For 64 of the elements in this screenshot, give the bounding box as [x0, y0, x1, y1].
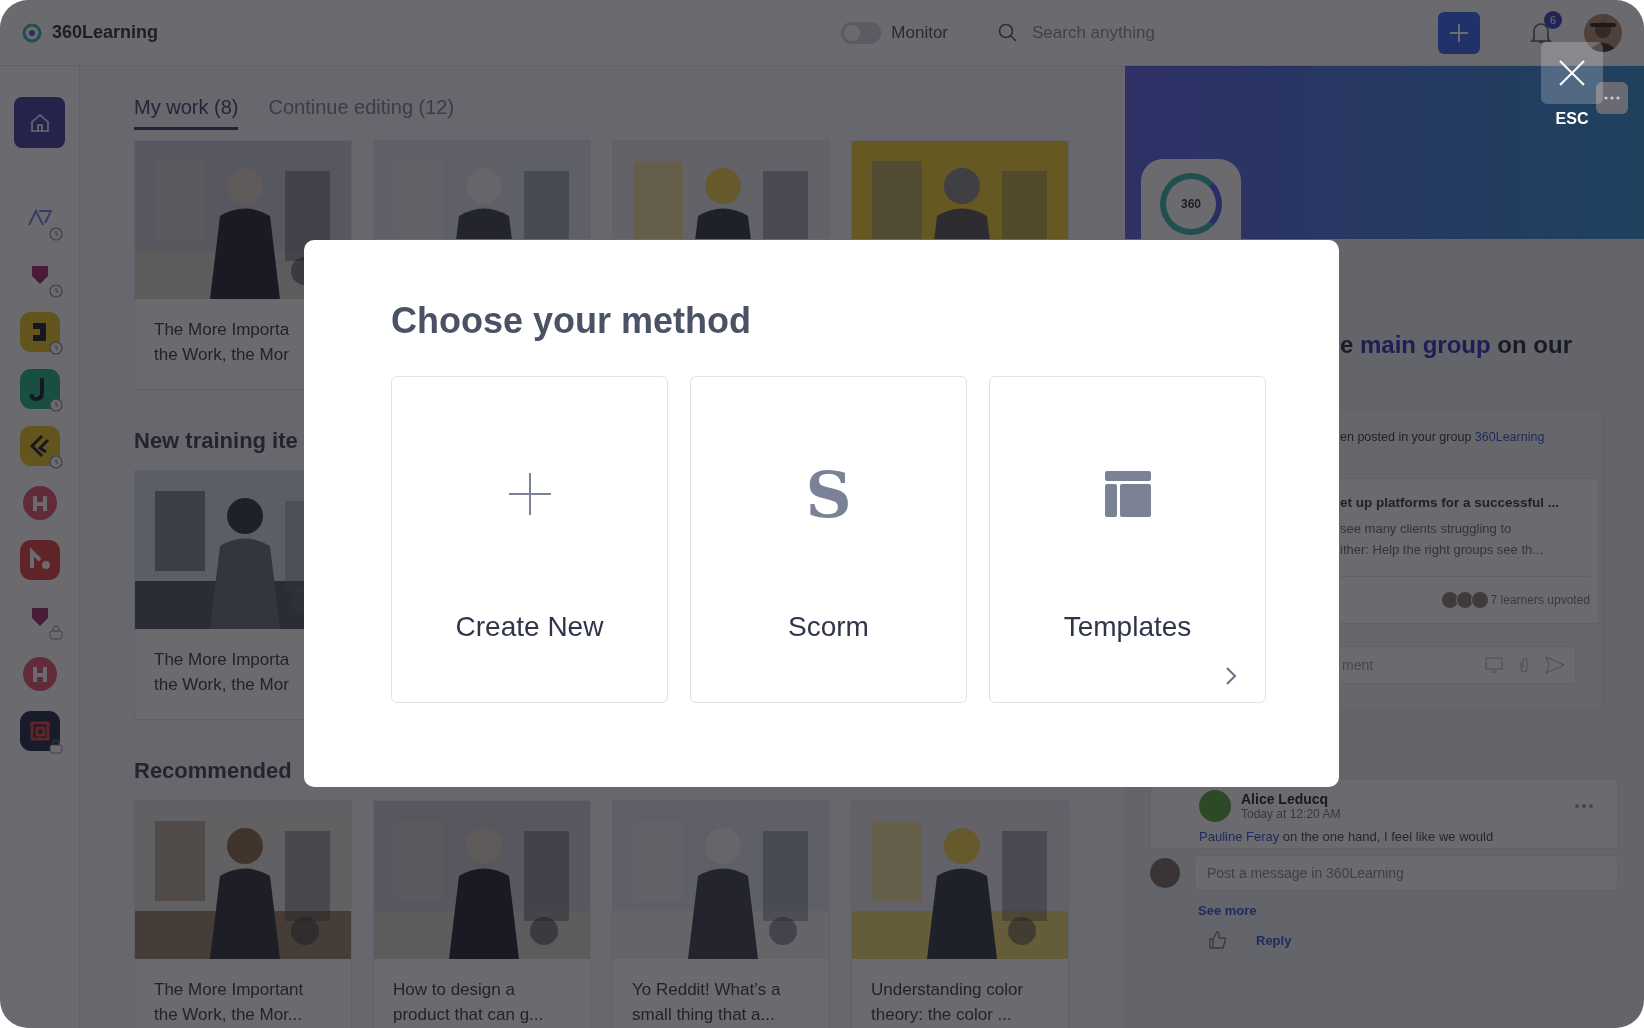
home-button[interactable] — [14, 97, 65, 148]
course-title: How to design a product that can g... — [392, 979, 545, 1026]
escape-hint: ESC — [1554, 110, 1590, 128]
mention-link[interactable]: Pauline Feray — [1199, 829, 1280, 844]
template-icon — [1104, 471, 1151, 517]
attachment-icon[interactable] — [1519, 656, 1529, 674]
more-icon — [1604, 96, 1620, 100]
app-icon[interactable] — [19, 711, 60, 751]
shield-icon[interactable] — [29, 264, 50, 286]
user-avatar — [1150, 858, 1180, 888]
monitor-label: Monitor — [891, 22, 948, 43]
app-icon[interactable] — [19, 312, 60, 352]
brand-name: 360Learning — [52, 22, 159, 43]
app-icon[interactable] — [22, 486, 57, 520]
home-icon — [28, 111, 51, 134]
section-heading: New training ite — [134, 427, 299, 455]
user-avatar[interactable] — [1584, 13, 1622, 52]
post-title: et up platforms for a successful ... — [1340, 495, 1561, 510]
course-card[interactable]: Understanding color theory: the color ... — [851, 800, 1069, 1028]
chevron-icon — [1225, 666, 1237, 686]
learner-avatar — [1440, 591, 1459, 609]
shield-icon[interactable] — [29, 606, 50, 628]
author-name: Alice Leducq — [1241, 791, 1330, 807]
more-button[interactable] — [1596, 82, 1628, 114]
section-heading: Recommended — [134, 757, 293, 785]
learner-avatar — [1470, 591, 1489, 609]
app-logo-icon[interactable] — [26, 209, 53, 227]
see-more-link[interactable]: See more — [1198, 903, 1618, 918]
course-title: The More Important the Work, the Mor... — [153, 979, 305, 1026]
send-icon[interactable] — [1545, 656, 1565, 674]
add-button[interactable] — [1438, 11, 1480, 54]
plus-icon — [1448, 21, 1470, 44]
learner-avatar — [1455, 591, 1474, 609]
app-icon[interactable] — [19, 426, 60, 466]
bell-icon[interactable] — [1530, 20, 1552, 45]
group-logo: 360 — [1160, 173, 1222, 235]
course-card[interactable]: How to design a product that can g... — [373, 800, 591, 1028]
scorm-icon: S — [805, 456, 852, 532]
plus-icon — [507, 472, 552, 516]
search-icon — [998, 22, 1018, 43]
method-option[interactable]: Create New — [391, 376, 668, 703]
method-option[interactable]: Templates — [989, 376, 1266, 703]
course-title: The More Importa the Work, the Mor — [153, 649, 291, 696]
like-icon[interactable] — [1208, 930, 1228, 950]
more-icon[interactable] — [1575, 804, 1593, 808]
app-icon[interactable] — [22, 657, 57, 691]
reply-link[interactable]: Reply — [1256, 932, 1292, 948]
app-icon[interactable] — [19, 369, 60, 409]
app-icon[interactable] — [19, 540, 60, 580]
course-title: Yo Reddit! What’s a small thing that a... — [631, 979, 782, 1026]
course-card[interactable]: The More Important the Work, the Mor... — [134, 800, 352, 1028]
group-headline: e main group on our — [1340, 331, 1573, 360]
course-title: Understanding color theory: the color ... — [870, 979, 1025, 1026]
notification-count: 6 — [1544, 10, 1562, 29]
close-button[interactable] — [1541, 42, 1603, 104]
logo-icon — [22, 22, 42, 43]
dialog-title: Choose your method — [391, 300, 753, 342]
tab[interactable]: My work (8) — [134, 96, 239, 130]
author-avatar — [1199, 790, 1231, 822]
method-option[interactable]: S Scorm — [690, 376, 967, 703]
course-card[interactable]: Yo Reddit! What’s a small thing that a... — [612, 800, 830, 1028]
course-title: The More Importa the Work, the Mor — [153, 319, 291, 366]
activity-text: en posted in your group 360Learning — [1340, 430, 1546, 446]
group-link[interactable]: 360Learning — [1474, 430, 1545, 444]
